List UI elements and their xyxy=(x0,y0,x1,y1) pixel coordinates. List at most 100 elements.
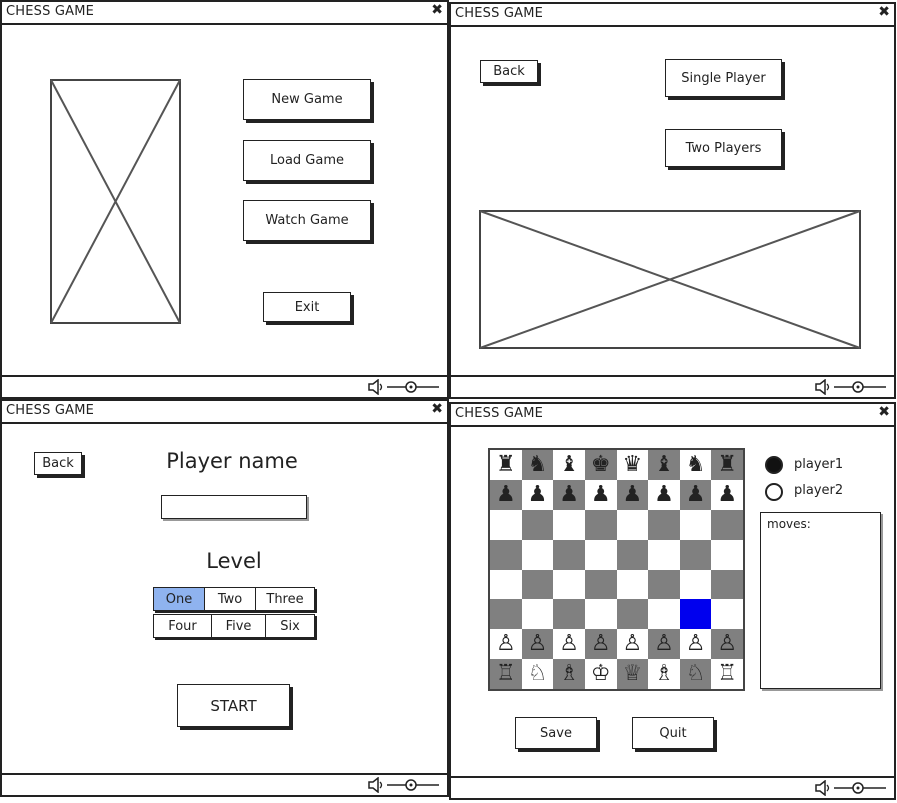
level-option-five[interactable]: Five xyxy=(212,615,266,637)
square-d2[interactable]: ♙ xyxy=(584,629,617,660)
square-f1[interactable]: ♗ xyxy=(648,659,680,689)
level-option-two[interactable]: Two xyxy=(205,588,256,610)
square-a3[interactable] xyxy=(490,599,522,630)
title-bar: CHESS GAME ✖ xyxy=(2,2,447,25)
window-title: CHESS GAME xyxy=(6,4,95,19)
close-icon[interactable]: ✖ xyxy=(431,2,443,18)
square-a7[interactable]: ♟ xyxy=(490,479,522,510)
square-c3[interactable] xyxy=(553,599,585,630)
start-button[interactable]: START xyxy=(177,684,290,727)
volume-slider-icon[interactable] xyxy=(814,780,888,796)
title-bar: CHESS GAME ✖ xyxy=(451,4,894,27)
square-a5[interactable] xyxy=(490,539,522,570)
square-g4[interactable] xyxy=(679,569,712,600)
square-e3[interactable] xyxy=(616,599,649,630)
square-b5[interactable] xyxy=(521,539,554,570)
square-c5[interactable] xyxy=(553,539,585,570)
square-b4[interactable] xyxy=(521,569,554,600)
back-button[interactable]: Back xyxy=(480,60,538,83)
single-player-button[interactable]: Single Player xyxy=(665,59,782,97)
square-c7[interactable]: ♟ xyxy=(553,479,585,510)
close-icon[interactable]: ✖ xyxy=(878,4,890,20)
square-b2[interactable]: ♙ xyxy=(521,629,554,660)
square-d5[interactable] xyxy=(584,539,617,570)
close-icon[interactable]: ✖ xyxy=(431,401,443,417)
status-bar xyxy=(2,773,447,795)
back-button[interactable]: Back xyxy=(34,452,82,475)
level-option-three[interactable]: Three xyxy=(256,588,314,610)
square-g7[interactable]: ♟ xyxy=(679,479,712,510)
volume-slider-icon[interactable] xyxy=(814,379,888,395)
square-d8[interactable]: ♚ xyxy=(584,450,617,480)
square-d1[interactable]: ♔ xyxy=(584,659,617,689)
volume-slider-icon[interactable] xyxy=(367,777,441,793)
square-f4[interactable] xyxy=(648,569,680,600)
square-f7[interactable]: ♟ xyxy=(648,479,680,510)
square-h1[interactable]: ♖ xyxy=(711,659,743,689)
square-d6[interactable] xyxy=(584,509,617,540)
square-d7[interactable]: ♟ xyxy=(584,479,617,510)
square-b3[interactable] xyxy=(521,599,554,630)
exit-button[interactable]: Exit xyxy=(263,292,351,322)
square-d3[interactable] xyxy=(584,599,617,630)
volume-slider-icon[interactable] xyxy=(367,379,441,395)
square-g2[interactable]: ♙ xyxy=(679,629,712,660)
square-h8[interactable]: ♜ xyxy=(711,450,743,480)
square-h2[interactable]: ♙ xyxy=(711,629,743,660)
save-button[interactable]: Save xyxy=(515,717,597,749)
square-c2[interactable]: ♙ xyxy=(553,629,585,660)
square-f3[interactable] xyxy=(648,599,680,630)
square-a8[interactable]: ♜ xyxy=(490,450,522,480)
square-e8[interactable]: ♛ xyxy=(616,450,649,480)
square-b8[interactable]: ♞ xyxy=(521,450,554,480)
square-b7[interactable]: ♟ xyxy=(521,479,554,510)
two-players-button[interactable]: Two Players xyxy=(665,129,782,167)
quit-button[interactable]: Quit xyxy=(632,717,714,749)
player1-radio[interactable] xyxy=(765,456,783,474)
square-a1[interactable]: ♖ xyxy=(490,659,522,689)
new-game-button[interactable]: New Game xyxy=(243,79,371,120)
square-e1[interactable]: ♕ xyxy=(616,659,649,689)
square-g6[interactable] xyxy=(679,509,712,540)
square-g8[interactable]: ♞ xyxy=(679,450,712,480)
level-option-one[interactable]: One xyxy=(154,588,205,610)
image-placeholder xyxy=(50,79,181,324)
square-e7[interactable]: ♟ xyxy=(616,479,649,510)
moves-panel[interactable]: moves: xyxy=(760,512,881,689)
watch-game-button[interactable]: Watch Game xyxy=(243,200,371,241)
level-option-six[interactable]: Six xyxy=(266,615,314,637)
square-g1[interactable]: ♘ xyxy=(679,659,712,689)
square-e6[interactable] xyxy=(616,509,649,540)
chess-board[interactable]: ♜ ♞ ♝ ♚ ♛ ♝ ♞ ♜ ♟ ♟ ♟ ♟ ♟ ♟ ♟ ♟ ♙ ♙ ♙ ♙ ♙ ♙ ♙ ♙ ♖ ♘ ♗ ♔ ♕ ♗ ♘ ♖ xyxy=(488,448,745,691)
square-g5[interactable] xyxy=(679,539,712,570)
square-e4[interactable] xyxy=(616,569,649,600)
square-e5[interactable] xyxy=(616,539,649,570)
player-name-input[interactable] xyxy=(161,495,307,519)
square-g3[interactable] xyxy=(679,599,712,630)
square-d4[interactable] xyxy=(584,569,617,600)
square-a2[interactable]: ♙ xyxy=(490,629,522,660)
square-b6[interactable] xyxy=(521,509,554,540)
square-a6[interactable] xyxy=(490,509,522,540)
title-bar: CHESS GAME ✖ xyxy=(2,401,447,424)
square-h5[interactable] xyxy=(711,539,743,570)
square-f2[interactable]: ♙ xyxy=(648,629,680,660)
square-f5[interactable] xyxy=(648,539,680,570)
square-c8[interactable]: ♝ xyxy=(553,450,585,480)
square-h3[interactable] xyxy=(711,599,743,630)
square-c6[interactable] xyxy=(553,509,585,540)
square-f6[interactable] xyxy=(648,509,680,540)
square-h6[interactable] xyxy=(711,509,743,540)
level-option-four[interactable]: Four xyxy=(154,615,212,637)
square-h7[interactable]: ♟ xyxy=(711,479,743,510)
load-game-button[interactable]: Load Game xyxy=(243,140,371,181)
square-h4[interactable] xyxy=(711,569,743,600)
square-b1[interactable]: ♘ xyxy=(521,659,554,689)
close-icon[interactable]: ✖ xyxy=(878,404,890,420)
square-e2[interactable]: ♙ xyxy=(616,629,649,660)
square-f8[interactable]: ♝ xyxy=(648,450,680,480)
square-c1[interactable]: ♗ xyxy=(553,659,585,689)
square-a4[interactable] xyxy=(490,569,522,600)
player2-radio[interactable] xyxy=(765,483,783,501)
square-c4[interactable] xyxy=(553,569,585,600)
